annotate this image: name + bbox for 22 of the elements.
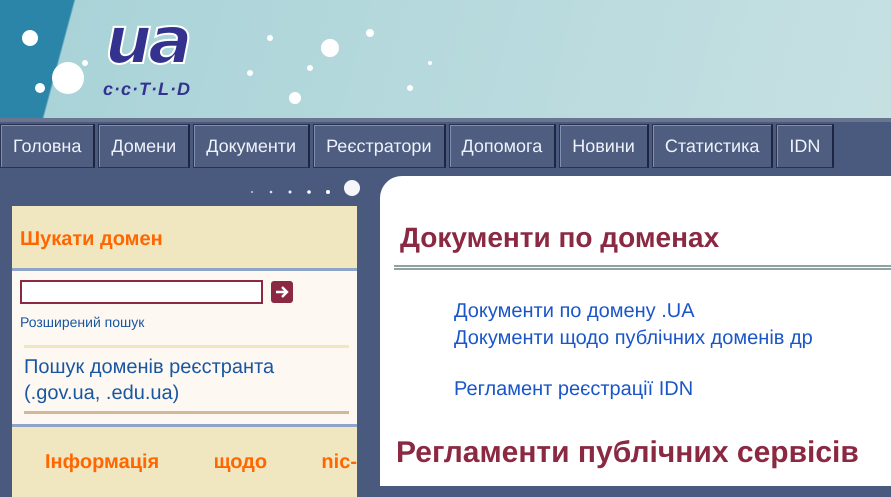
menu-item[interactable]: IDN bbox=[776, 124, 834, 168]
search-field[interactable] bbox=[20, 280, 263, 304]
document-link[interactable]: Регламент реєстрації IDN bbox=[454, 376, 694, 403]
document-link[interactable]: Документи щодо публічних доменів др bbox=[454, 324, 813, 352]
advanced-search-link[interactable]: Розширений пошук bbox=[20, 312, 144, 333]
menu-item[interactable]: Новини bbox=[559, 124, 649, 168]
menu-item[interactable]: Головна bbox=[0, 124, 96, 168]
menu-item[interactable]: Домени bbox=[98, 124, 190, 168]
logo-text[interactable]: ua bbox=[105, 8, 191, 74]
search-title: Шукати домен bbox=[12, 206, 357, 271]
search-button[interactable] bbox=[271, 281, 293, 303]
info-title: Інформація щодо nic- bbox=[45, 450, 357, 475]
menu-item[interactable]: Допомога bbox=[448, 124, 556, 168]
menu-item[interactable]: Статистика bbox=[652, 124, 774, 168]
document-link[interactable]: Документи по домену .UA bbox=[454, 298, 695, 325]
page-heading: Документи по доменах bbox=[400, 221, 720, 255]
registrant-search-link[interactable]: Пошук доменів реєстранта (.gov.ua, .edu.ua) bbox=[24, 354, 349, 406]
arrow-icon bbox=[275, 286, 289, 298]
menu-item[interactable]: Документи bbox=[193, 124, 310, 168]
section-heading: Регламенти публічних сервісів bbox=[396, 434, 860, 471]
logo-subtitle: c·c·T·L·D bbox=[103, 80, 191, 98]
menu-item[interactable]: Реєстратори bbox=[313, 124, 446, 168]
